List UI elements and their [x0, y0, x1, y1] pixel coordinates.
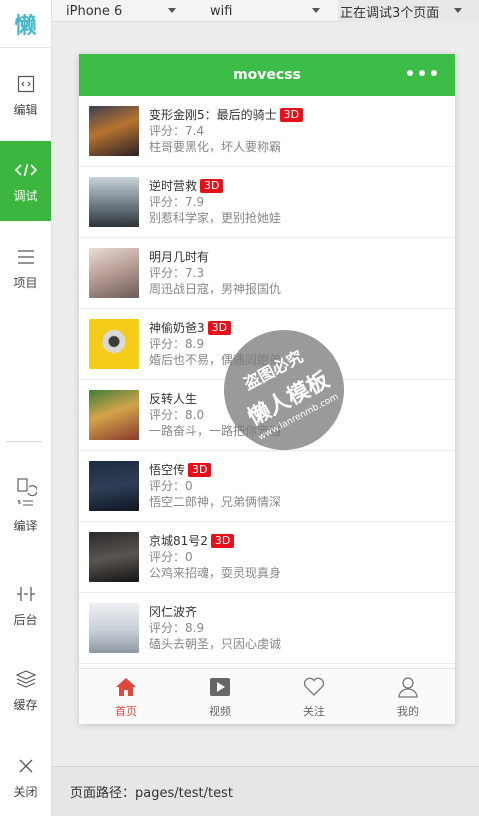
menu-icon: [15, 246, 37, 268]
sidebar-item-label: 项目: [13, 275, 38, 290]
movie-poster: [89, 390, 139, 440]
chevron-down-icon: [454, 8, 462, 13]
code-file-icon: [15, 73, 37, 95]
movie-poster: [89, 248, 139, 298]
debug-pages-value: 正在调试3个页面: [340, 5, 440, 21]
movie-title: 悟空传: [149, 463, 186, 477]
home-icon: [114, 675, 138, 699]
sidebar-item-label: 调试: [13, 188, 38, 203]
list-item[interactable]: 京城81号2 3D 评分：0 公鸡来招魂，耍灵现真身: [79, 522, 455, 593]
chevron-down-icon: [168, 8, 176, 13]
sidebar-item-project[interactable]: 项目: [0, 238, 51, 298]
tab-label: 我的: [397, 705, 419, 718]
sidebar-item-label: 缓存: [13, 697, 38, 712]
sidebar-item-debug[interactable]: 调试: [0, 141, 51, 221]
list-item[interactable]: 明月几时有 评分：7.3 周迅战日寇，男神报国仇: [79, 238, 455, 309]
tab-mine[interactable]: 我的: [361, 669, 455, 724]
compile-icon: [15, 477, 37, 511]
tab-label: 首页: [115, 705, 137, 718]
tab-label: 视频: [209, 705, 231, 718]
movie-rating: 评分：0: [149, 550, 193, 564]
movie-rating: 评分：0: [149, 479, 193, 493]
sidebar-item-edit[interactable]: 编辑: [0, 64, 51, 126]
tab-label: 关注: [303, 705, 325, 718]
badge-3d: 3D: [188, 463, 212, 477]
sidebar-item-close[interactable]: 关闭: [0, 752, 51, 802]
page-path-text: 页面路径：pages/test/test: [70, 786, 233, 801]
list-item[interactable]: 冈仁波齐 评分：8.9 磕头去朝圣，只因心虔诚: [79, 593, 455, 664]
badge-3d: 3D: [207, 321, 232, 335]
movie-desc: 悟空二郎神，兄弟俩情深: [149, 495, 282, 509]
tab-home[interactable]: 首页: [79, 669, 173, 724]
device-select-value: iPhone 6: [66, 3, 123, 19]
tab-follow[interactable]: 关注: [267, 669, 361, 724]
sidebar-item-label: 关闭: [13, 784, 38, 799]
movie-poster: [89, 603, 139, 653]
movie-desc: 别惹科学家，更别抢她娃: [149, 211, 282, 225]
movie-rating: 评分：7.3: [149, 266, 205, 280]
simulator-toolbar: iPhone 6 wifi 正在调试3个页面: [52, 0, 479, 22]
chevron-down-icon: [312, 8, 320, 13]
movie-title: 明月几时有: [149, 250, 210, 264]
code-icon: [14, 159, 37, 181]
movie-desc: 磕头去朝圣，只因心虔诚: [149, 637, 282, 651]
movie-poster: [89, 106, 139, 156]
sidebar-item-cache[interactable]: 缓存: [0, 665, 51, 715]
movie-title: 冈仁波齐: [149, 605, 198, 619]
sidebar-item-backend[interactable]: 后台: [0, 580, 51, 630]
app-logo: 懒: [0, 0, 51, 48]
badge-3d: 3D: [200, 179, 224, 193]
list-item[interactable]: 变形金刚5：最后的骑士 3D 评分：7.4 柱哥要黑化，坏人要称霸: [79, 96, 455, 167]
network-select-value: wifi: [210, 3, 233, 19]
video-icon: [208, 675, 232, 699]
movie-title: 变形金刚5：最后的骑士: [149, 108, 277, 122]
heart-icon: [302, 675, 326, 699]
movie-poster: [89, 461, 139, 511]
sidebar-item-label: 编译: [13, 518, 38, 533]
sidebar-divider: [6, 441, 42, 442]
left-sidebar: 懒 编辑 调试 项目 编译 后台 缓存 关闭: [0, 0, 52, 816]
page-path-bar: 页面路径：pages/test/test: [52, 766, 479, 816]
tab-video[interactable]: 视频: [173, 669, 267, 724]
badge-3d: 3D: [210, 534, 235, 548]
movie-rating: 评分：7.4: [149, 124, 205, 138]
nav-bar: movecss: [79, 54, 455, 96]
movie-rating: 评分：7.9: [149, 195, 205, 209]
more-icon[interactable]: [407, 70, 437, 76]
sidebar-item-compile[interactable]: 编译: [0, 468, 51, 542]
layers-icon: [15, 668, 37, 690]
movie-desc: 周迅战日寇，男神报国仇: [149, 282, 282, 296]
badge-3d: 3D: [279, 108, 304, 122]
sidebar-item-label: 后台: [13, 612, 38, 627]
movie-title: 逆时营救: [149, 179, 198, 193]
close-icon: [15, 755, 37, 777]
movie-rating: 评分：8.9: [149, 621, 205, 635]
tab-bar: 首页 视频 关注 我的: [79, 668, 455, 724]
network-select[interactable]: wifi: [210, 0, 320, 22]
nav-title: movecss: [233, 67, 301, 83]
movie-desc: 柱哥要黑化，坏人要称霸: [149, 140, 282, 154]
movie-title: 神偷奶爸3: [149, 321, 205, 335]
movie-title: 京城81号2: [149, 534, 208, 548]
list-item[interactable]: 悟空传 3D 评分：0 悟空二郎神，兄弟俩情深: [79, 451, 455, 522]
movie-poster: [89, 177, 139, 227]
user-icon: [396, 675, 420, 699]
sidebar-item-label: 编辑: [13, 102, 38, 117]
movie-poster: [89, 319, 139, 369]
movie-title: 反转人生: [149, 392, 198, 406]
list-item[interactable]: 逆时营救 3D 评分：7.9 别惹科学家，更别抢她娃: [79, 167, 455, 238]
movie-poster: [89, 532, 139, 582]
movie-desc: 公鸡来招魂，耍灵现真身: [149, 566, 282, 580]
backend-icon: [15, 583, 37, 605]
